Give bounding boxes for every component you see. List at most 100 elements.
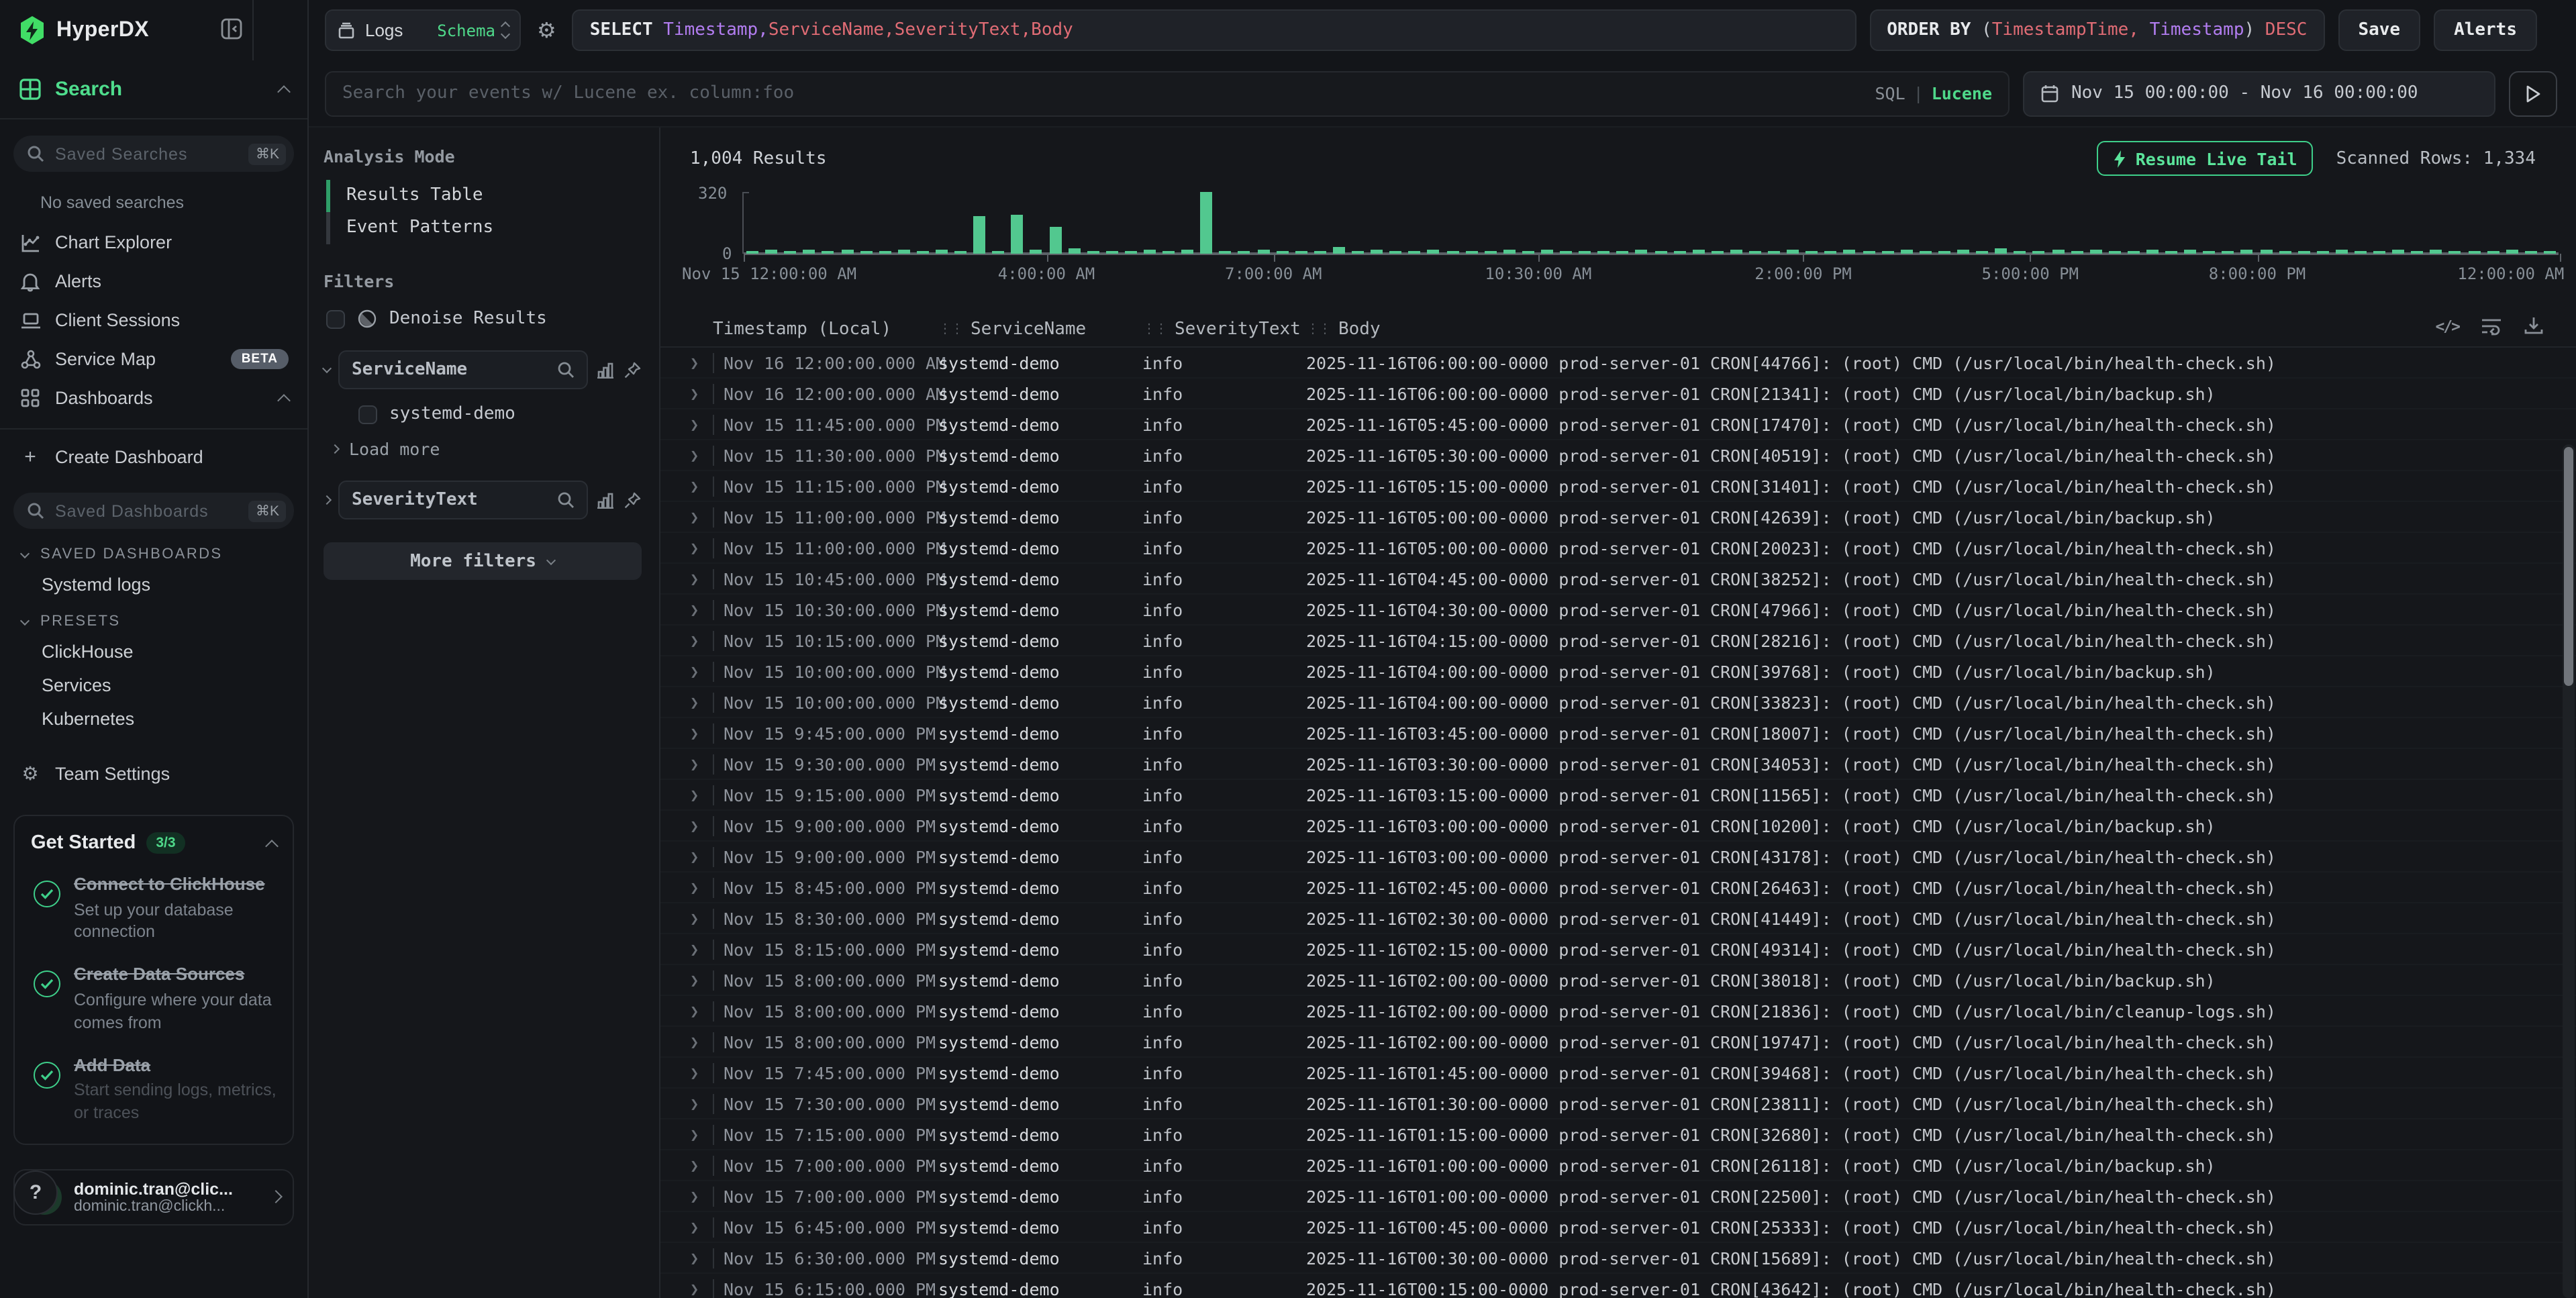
sidebar-item-chart-explorer[interactable]: Chart Explorer	[0, 223, 307, 262]
histogram-bar[interactable]	[992, 251, 1004, 254]
expand-row-icon[interactable]: ❯	[690, 1095, 713, 1112]
bar-chart-icon[interactable]	[596, 491, 615, 509]
alerts-button[interactable]: Alerts	[2434, 9, 2537, 51]
table-row[interactable]: ❯ Nov 15 11:30:00.000 PM systemd-demo in…	[660, 440, 2576, 471]
expand-row-icon[interactable]: ❯	[690, 415, 713, 433]
table-row[interactable]: ❯ Nov 15 11:00:00.000 PM systemd-demo in…	[660, 502, 2576, 533]
table-row[interactable]: ❯ Nov 15 7:15:00.000 PM systemd-demo inf…	[660, 1119, 2576, 1150]
table-row[interactable]: ❯ Nov 15 9:00:00.000 PM systemd-demo inf…	[660, 811, 2576, 842]
sidebar-item-service-map[interactable]: Service Map BETA	[0, 340, 307, 379]
expand-row-icon[interactable]: ❯	[690, 1280, 713, 1297]
table-row[interactable]: ❯ Nov 15 8:15:00.000 PM systemd-demo inf…	[660, 934, 2576, 965]
histogram-bar[interactable]	[746, 250, 758, 254]
sidebar-item-clickhouse[interactable]: ClickHouse	[0, 635, 307, 668]
table-row[interactable]: ❯ Nov 16 12:00:00.000 AM systemd-demo in…	[660, 379, 2576, 409]
checkbox[interactable]	[326, 309, 345, 328]
gear-icon[interactable]: ⚙	[534, 17, 559, 43]
grip-icon[interactable]: ⋮⋮	[1306, 322, 1330, 337]
histogram-bar[interactable]	[1636, 250, 1648, 254]
histogram-bar[interactable]	[1087, 251, 1099, 254]
saved-dashboards-group[interactable]: SAVED DASHBOARDS	[0, 534, 307, 568]
histogram-bar[interactable]	[1162, 251, 1175, 254]
histogram-bar[interactable]	[1333, 248, 1345, 254]
severitytext-filter-box[interactable]: SeverityText	[338, 481, 588, 519]
histogram-bar[interactable]	[1749, 250, 1761, 254]
histogram-bar[interactable]	[2412, 251, 2424, 254]
histogram-bar[interactable]	[1276, 251, 1288, 254]
checkbox[interactable]	[358, 405, 377, 423]
histogram-bar[interactable]	[1409, 250, 1421, 254]
histogram-bar[interactable]	[803, 250, 815, 254]
histogram-bar[interactable]	[1957, 250, 1969, 254]
expand-row-icon[interactable]: ❯	[690, 570, 713, 587]
histogram-bar[interactable]	[1220, 250, 1232, 254]
mode-results-table[interactable]: Results Table	[326, 180, 642, 212]
table-row[interactable]: ❯ Nov 15 10:15:00.000 PM systemd-demo in…	[660, 626, 2576, 656]
histogram-bar[interactable]	[2487, 250, 2499, 254]
histogram-bar[interactable]	[1920, 252, 1932, 254]
histogram-bar[interactable]	[1428, 250, 1440, 254]
order-by-input[interactable]: ORDER BY (TimestampTime, Timestamp) DESC	[1869, 9, 2324, 51]
column-servicename[interactable]: ⋮⋮ServiceName	[938, 319, 1142, 340]
histogram-bar[interactable]	[1863, 252, 1875, 254]
table-row[interactable]: ❯ Nov 15 7:45:00.000 PM systemd-demo inf…	[660, 1058, 2576, 1089]
expand-row-icon[interactable]: ❯	[690, 909, 713, 927]
histogram-bar[interactable]	[2203, 251, 2215, 254]
histogram-bar[interactable]	[1787, 250, 1799, 254]
expand-row-icon[interactable]: ❯	[690, 879, 713, 896]
histogram-bar[interactable]	[2033, 251, 2045, 254]
histogram-bar[interactable]	[2317, 251, 2329, 254]
date-range-picker[interactable]: Nov 15 00:00:00 - Nov 16 00:00:00	[2023, 70, 2495, 116]
histogram-bar[interactable]	[2165, 252, 2177, 254]
expand-row-icon[interactable]: ❯	[690, 940, 713, 958]
histogram-bar[interactable]	[2128, 251, 2140, 254]
histogram-bar[interactable]	[765, 250, 777, 254]
expand-row-icon[interactable]: ❯	[690, 354, 713, 371]
sidebar-item-search[interactable]: Search	[0, 60, 307, 119]
expand-row-icon[interactable]: ❯	[690, 786, 713, 803]
table-row[interactable]: ❯ Nov 15 11:45:00.000 PM systemd-demo in…	[660, 409, 2576, 440]
histogram-bar[interactable]	[1181, 250, 1193, 254]
events-histogram[interactable]: 320 0 Nov 15 12:00:00 AM4:00:00 AM7:00:0…	[660, 192, 2559, 281]
sidebar-item-client-sessions[interactable]: Client Sessions	[0, 301, 307, 340]
table-row[interactable]: ❯ Nov 15 7:30:00.000 PM systemd-demo inf…	[660, 1089, 2576, 1119]
sql-toggle[interactable]: SQL	[1875, 83, 1905, 103]
expand-row-icon[interactable]: ❯	[690, 1156, 713, 1174]
histogram-bar[interactable]	[1352, 251, 1364, 254]
sidebar-item-team-settings[interactable]: ⚙ Team Settings	[0, 754, 307, 793]
table-row[interactable]: ❯ Nov 15 8:30:00.000 PM systemd-demo inf…	[660, 903, 2576, 934]
histogram-bar[interactable]	[1579, 252, 1591, 254]
sidebar-item-kubernetes[interactable]: Kubernetes	[0, 702, 307, 736]
expand-row-icon[interactable]: ❯	[690, 1002, 713, 1019]
histogram-bar[interactable]	[860, 250, 872, 254]
histogram-bar[interactable]	[917, 252, 929, 254]
histogram-bar[interactable]	[1068, 248, 1080, 254]
expand-row-icon[interactable]: ❯	[690, 446, 713, 464]
histogram-bar[interactable]	[1806, 251, 1818, 254]
table-row[interactable]: ❯ Nov 15 10:00:00.000 PM systemd-demo in…	[660, 656, 2576, 687]
histogram-bar[interactable]	[1730, 250, 1742, 254]
help-button[interactable]: ?	[13, 1170, 58, 1215]
histogram-bar[interactable]	[2071, 252, 2083, 254]
table-row[interactable]: ❯ Nov 15 9:30:00.000 PM systemd-demo inf…	[660, 749, 2576, 780]
histogram-bar[interactable]	[1825, 250, 1837, 254]
get-started-step[interactable]: Create Data Sources Configure where your…	[31, 963, 277, 1035]
table-row[interactable]: ❯ Nov 15 8:00:00.000 PM systemd-demo inf…	[660, 1027, 2576, 1058]
histogram-bar[interactable]	[1465, 250, 1477, 254]
histogram-bar[interactable]	[1446, 251, 1458, 254]
table-row[interactable]: ❯ Nov 15 9:00:00.000 PM systemd-demo inf…	[660, 842, 2576, 872]
histogram-bar[interactable]	[1503, 250, 1516, 254]
histogram-bar[interactable]	[2184, 250, 2196, 254]
expand-row-icon[interactable]: ❯	[690, 1064, 713, 1081]
search-icon[interactable]	[557, 491, 575, 509]
histogram-bar[interactable]	[954, 250, 967, 254]
histogram-bar[interactable]	[2373, 252, 2385, 254]
expand-row-icon[interactable]: ❯	[690, 477, 713, 495]
table-row[interactable]: ❯ Nov 15 10:45:00.000 PM systemd-demo in…	[660, 564, 2576, 595]
histogram-bar[interactable]	[1011, 214, 1024, 254]
get-started-step[interactable]: Connect to ClickHouse Set up your databa…	[31, 872, 277, 944]
expand-row-icon[interactable]: ❯	[690, 508, 713, 526]
pin-icon[interactable]	[623, 491, 642, 509]
chevron-down-icon[interactable]	[322, 364, 332, 373]
histogram-bar[interactable]	[898, 250, 910, 254]
